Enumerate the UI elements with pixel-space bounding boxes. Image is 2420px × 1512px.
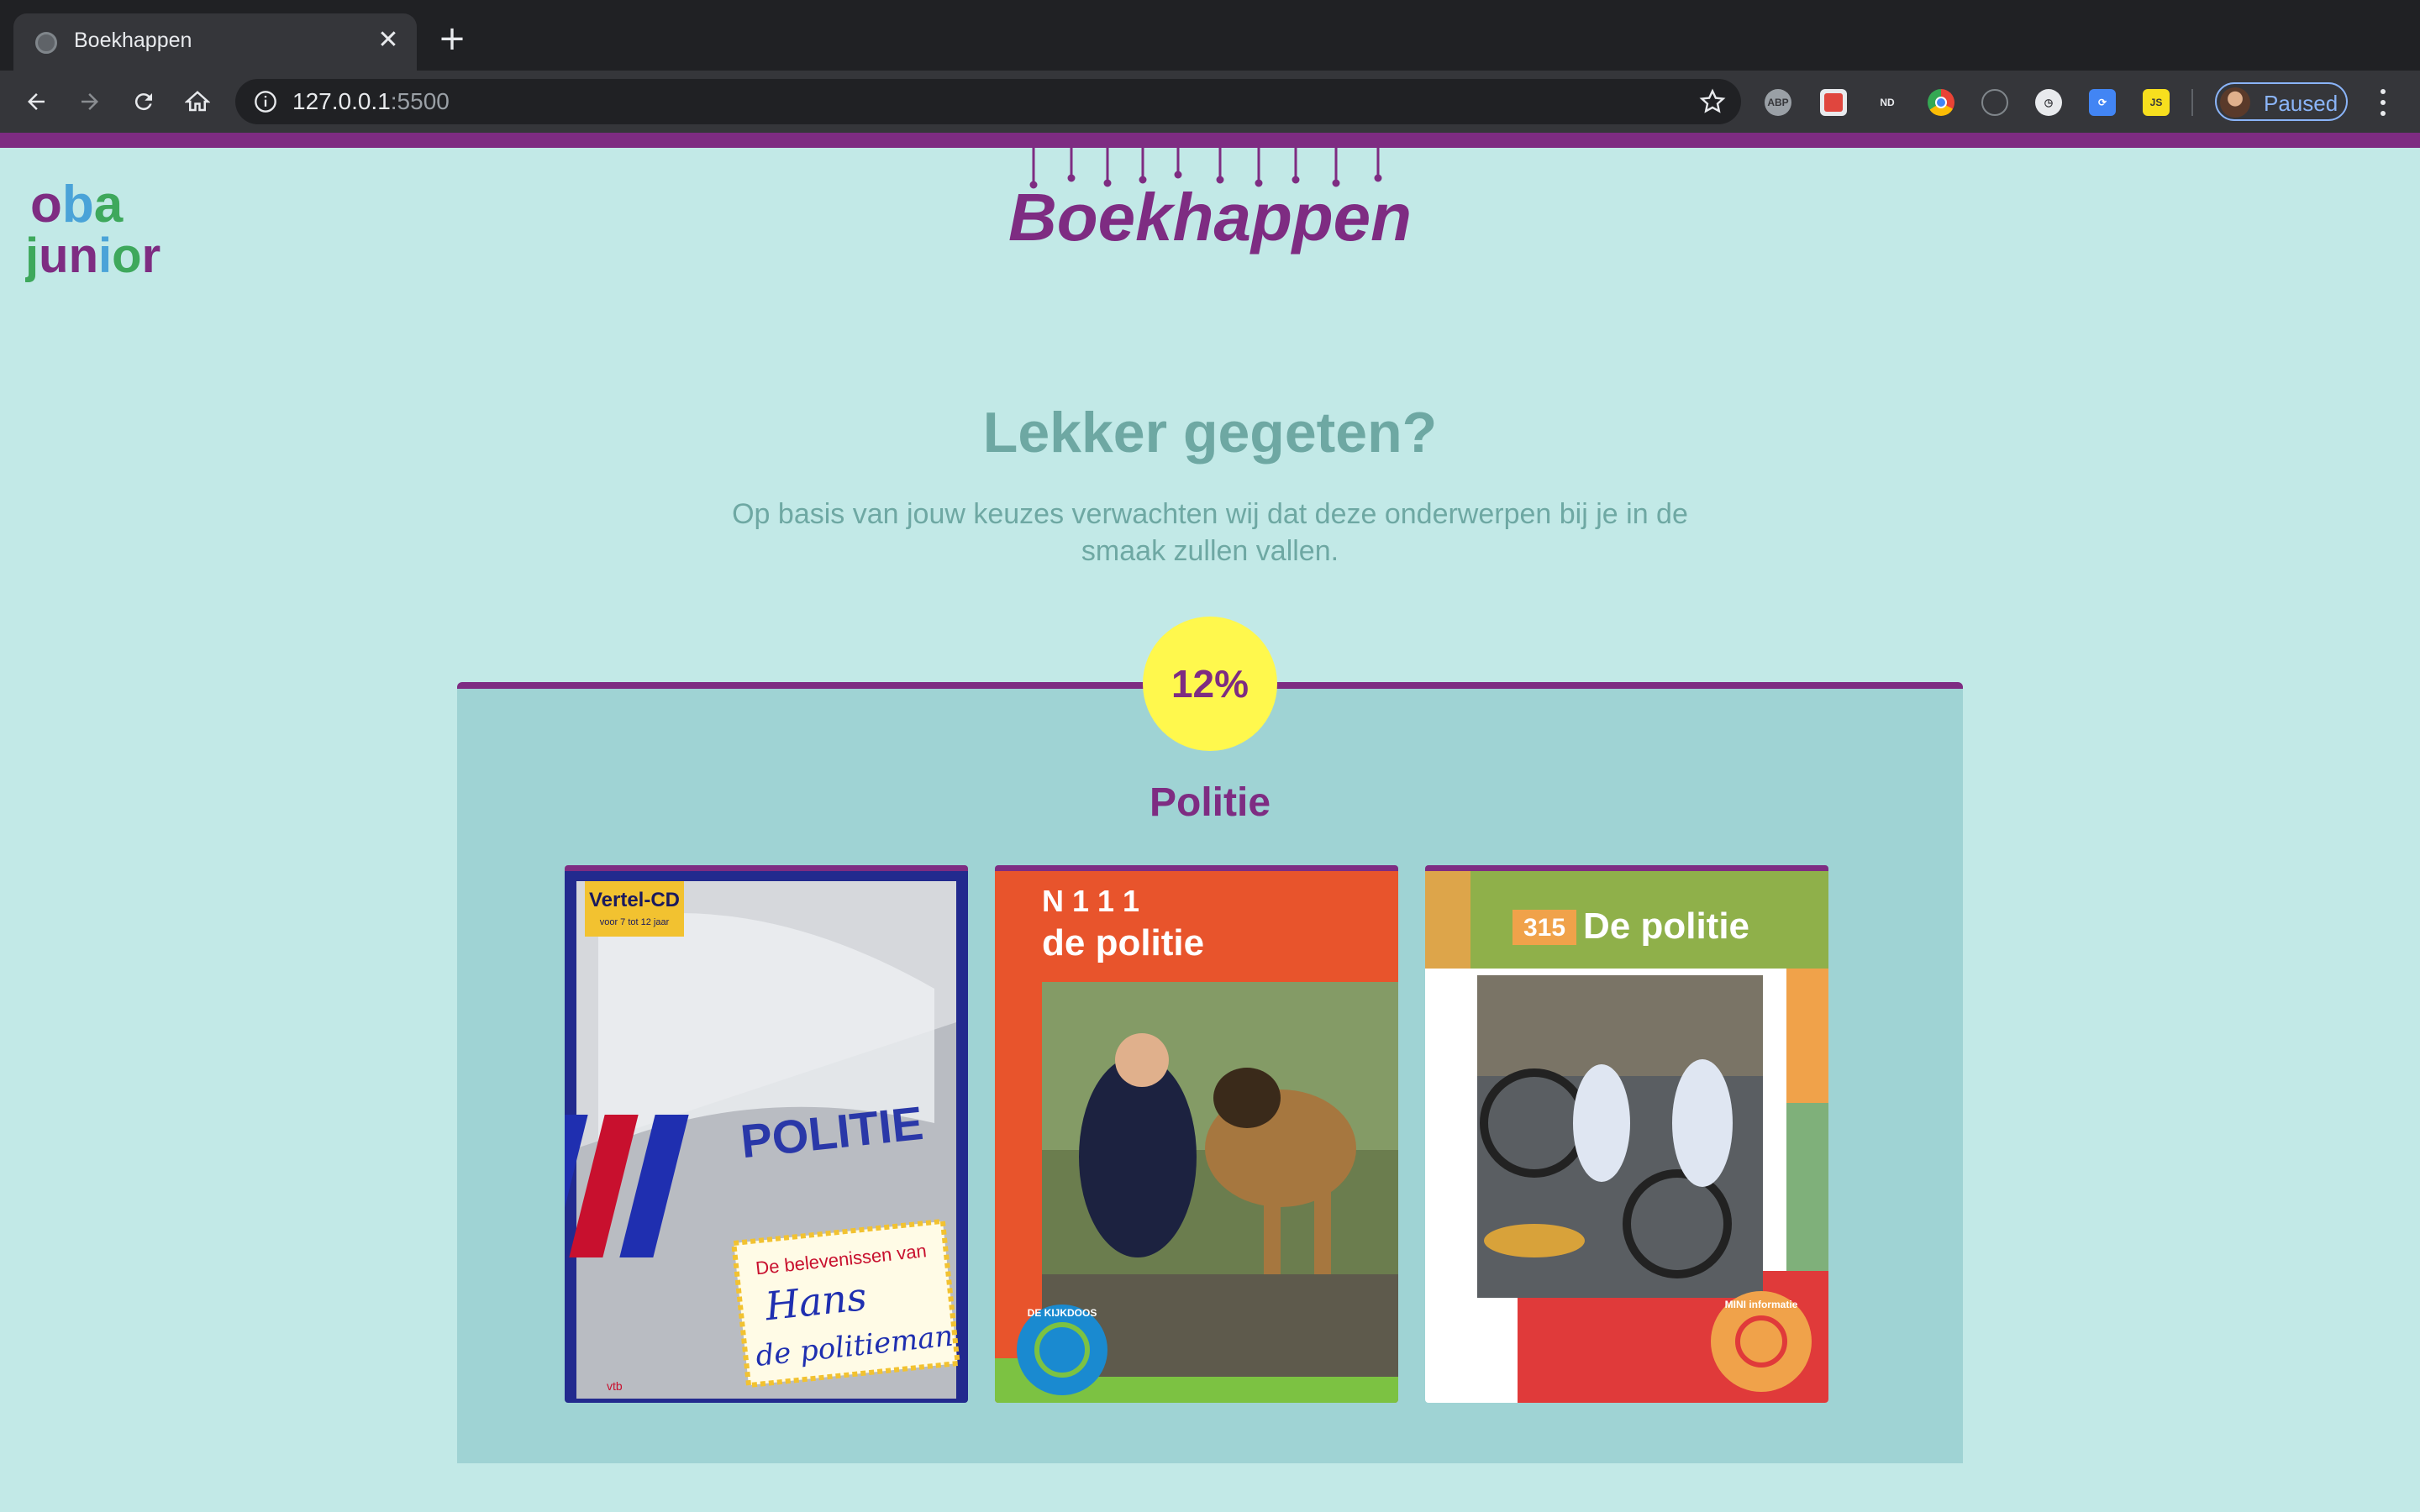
- url-port: :5500: [390, 88, 450, 114]
- refresh-extension-icon[interactable]: ⟳: [2089, 89, 2116, 116]
- arrow-right-icon: [82, 93, 98, 110]
- svg-text:315: 315: [1523, 914, 1565, 942]
- avatar: [2220, 87, 2250, 118]
- reload-icon: [134, 93, 152, 111]
- toolbar-divider: [2191, 89, 2193, 116]
- browser-tab[interactable]: Boekhappen ✕: [13, 13, 417, 71]
- svg-text:N 1 1 1: N 1 1 1: [1042, 884, 1139, 918]
- browser-menu-icon[interactable]: [2368, 86, 2398, 119]
- address-bar[interactable]: 127.0.0.1:5500: [235, 79, 1741, 124]
- page: oba junior Boekhappen Lekker gegeten? Op…: [0, 133, 2420, 1512]
- profile-button[interactable]: Paused: [2215, 82, 2348, 121]
- js-extension-icon[interactable]: JS: [2143, 89, 2170, 116]
- clock-extension-icon[interactable]: ◷: [2035, 89, 2062, 116]
- page-title: Lekker gegeten?: [982, 401, 1438, 465]
- book-cover-1-image: Vertel-CD voor 7 tot 12 jaar POLITIE De …: [565, 871, 968, 1403]
- forward-button[interactable]: [71, 82, 109, 121]
- page-subtitle: Op basis van jouw keuzes verwachten wij …: [732, 498, 1688, 567]
- url-text: 127.0.0.1:5500: [292, 88, 450, 115]
- book-cover-2-image: N 1 1 1 de politie DE KIJKDOOS: [995, 871, 1398, 1403]
- book-cover-3-image: 315 De politie MINI informatie: [1425, 871, 1828, 1403]
- new-tab-button[interactable]: +: [434, 22, 471, 59]
- browser-tab-strip: Boekhappen ✕ +: [0, 0, 2420, 71]
- svg-text:DE KIJKDOOS: DE KIJKDOOS: [1028, 1307, 1097, 1319]
- match-percentage-badge: 12%: [1143, 617, 1277, 751]
- sync-extension-icon[interactable]: [1981, 89, 2008, 116]
- home-button[interactable]: [178, 82, 217, 121]
- svg-text:Vertel-CD: Vertel-CD: [589, 889, 680, 911]
- logo-line-2: junior: [25, 228, 160, 282]
- profile-status-label: Paused: [2264, 91, 2338, 116]
- brand-title: Boekhappen: [1008, 180, 1412, 255]
- book-cover-3[interactable]: 315 De politie MINI informatie: [1425, 865, 1828, 1403]
- boekhappen-brand-logo: Boekhappen: [1008, 148, 1412, 255]
- bookmark-star-icon[interactable]: [1699, 88, 1726, 115]
- top-accent-stripe: [0, 133, 2420, 148]
- svg-text:de politie: de politie: [1042, 922, 1204, 963]
- svg-text:vtb: vtb: [607, 1379, 623, 1393]
- logo-line-1: oba: [30, 176, 124, 234]
- home-icon: [185, 91, 210, 112]
- globe-icon: [35, 32, 57, 54]
- svg-text:MINI informatie: MINI informatie: [1725, 1299, 1798, 1310]
- oba-junior-logo[interactable]: oba junior: [25, 173, 168, 282]
- topic-title: Politie: [1149, 780, 1271, 825]
- tab-title: Boekhappen: [74, 29, 192, 52]
- book-cover-2[interactable]: N 1 1 1 de politie DE KIJKDOOS: [995, 865, 1398, 1403]
- topic-result-card: Politie Vertel-CD voor 7 tot 12 jaar POL…: [457, 682, 1963, 1463]
- close-tab-icon[interactable]: ✕: [371, 24, 405, 57]
- nd-extension-icon[interactable]: ND: [1874, 89, 1901, 116]
- book-cover-1[interactable]: Vertel-CD voor 7 tot 12 jaar POLITIE De …: [565, 865, 968, 1403]
- svg-text:voor 7 tot 12 jaar: voor 7 tot 12 jaar: [600, 917, 670, 927]
- color-picker-extension-icon[interactable]: [1928, 89, 1954, 116]
- arrow-left-icon: [28, 93, 45, 110]
- svg-text:De politie: De politie: [1583, 906, 1749, 947]
- url-host: 127.0.0.1: [292, 88, 391, 114]
- info-icon[interactable]: [254, 90, 277, 113]
- calendar-extension-icon[interactable]: [1820, 89, 1847, 116]
- adblock-extension-icon[interactable]: ABP: [1765, 89, 1791, 116]
- reload-button[interactable]: [124, 82, 163, 121]
- back-button[interactable]: [17, 82, 55, 121]
- browser-toolbar: 127.0.0.1:5500 ABP ND ◷ ⟳ JS Paused: [0, 71, 2420, 133]
